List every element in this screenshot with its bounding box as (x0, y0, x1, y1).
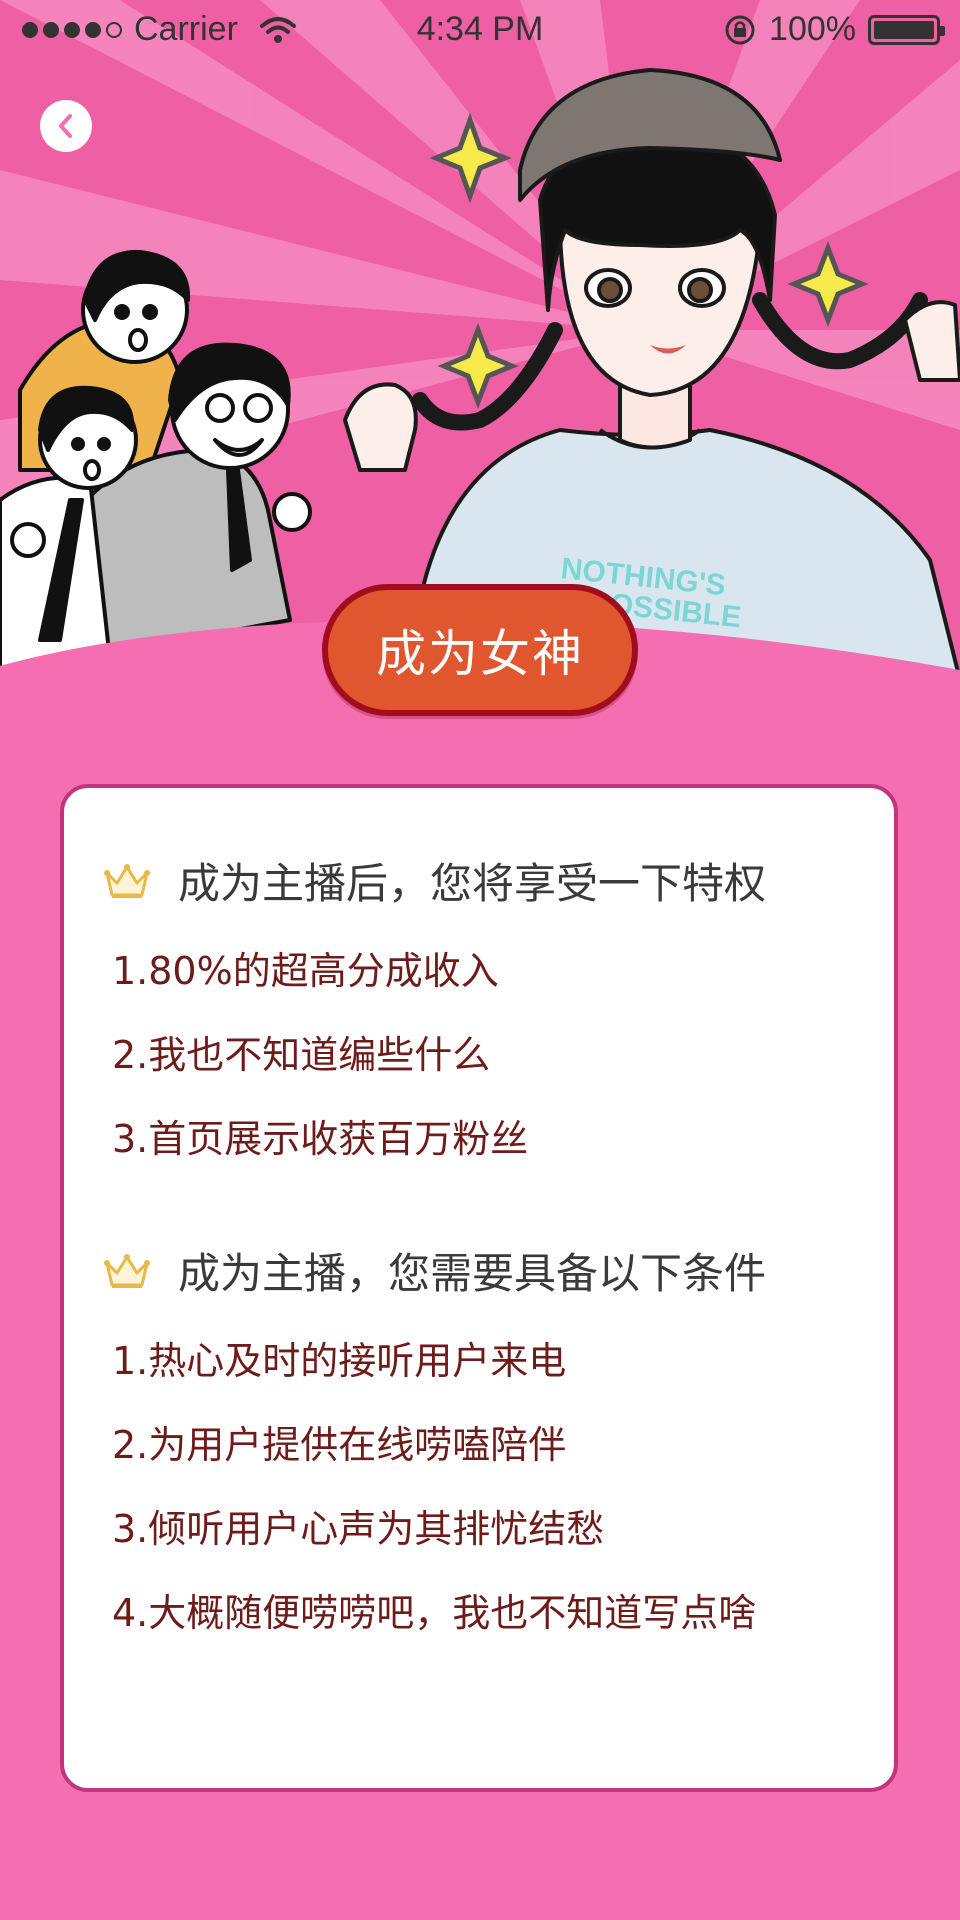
privileges-header: 成为主播后，您将享受一下特权 (104, 850, 766, 911)
become-goddess-button[interactable]: 成为女神 (322, 584, 638, 716)
privilege-item: 1.80%的超高分成收入 (112, 949, 499, 993)
requirement-item: 1.热心及时的接听用户来电 (112, 1339, 567, 1383)
requirements-title: 成为主播，您需要具备以下条件 (178, 1249, 767, 1298)
battery-icon (868, 14, 945, 45)
status-bar-right: 100% (723, 10, 945, 49)
crown-icon (104, 863, 150, 898)
rotation-lock-icon (725, 15, 755, 44)
chevron-left-icon (59, 114, 72, 138)
requirement-item: 4.大概随便唠唠吧，我也不知道写点啥 (112, 1591, 757, 1635)
hero-illustration: NOTHING'S IMPOSSIBLE (0, 0, 960, 674)
info-card: 成为主播后，您将享受一下特权 1.80%的超高分成收入 2.我也不知道编些什么 … (60, 784, 898, 1792)
hero-banner: NOTHING'S IMPOSSIBLE (0, 0, 960, 680)
privilege-item: 3.首页展示收获百万粉丝 (112, 1117, 529, 1161)
privileges-title: 成为主播后，您将享受一下特权 (178, 859, 767, 908)
crown-icon (104, 1253, 150, 1288)
requirement-item: 2.为用户提供在线唠嗑陪伴 (112, 1423, 567, 1467)
requirement-item: 3.倾听用户心声为其排忧结愁 (112, 1507, 605, 1551)
requirements-header: 成为主播，您需要具备以下条件 (104, 1240, 766, 1301)
back-button[interactable] (40, 100, 92, 152)
status-bar: Carrier 4:34 PM 100% (0, 0, 960, 60)
battery-percent: 100% (769, 10, 856, 48)
privilege-item: 2.我也不知道编些什么 (112, 1033, 491, 1077)
